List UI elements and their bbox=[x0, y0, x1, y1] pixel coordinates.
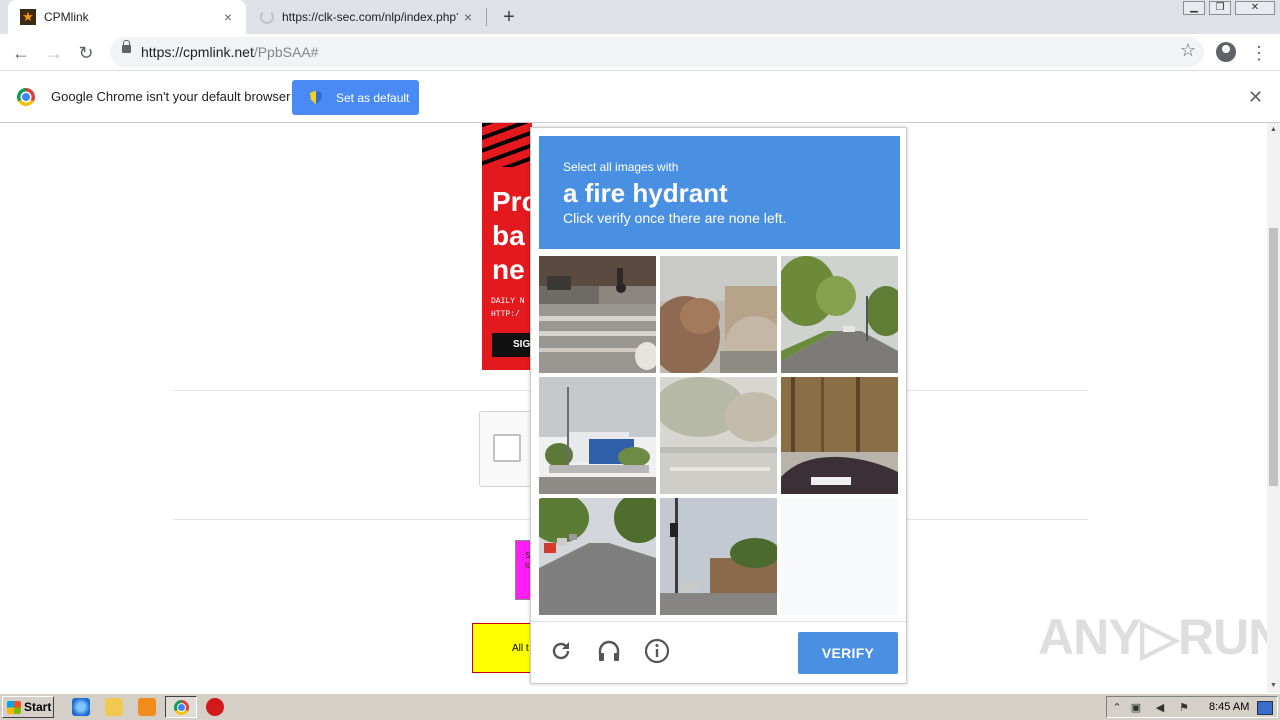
recaptcha-challenge: Select all images with a fire hydrant Cl… bbox=[530, 127, 907, 684]
scrollbar-thumb[interactable] bbox=[1269, 228, 1278, 486]
windows-taskbar: Start ⌃ ▣ ◀ ⚑ 8:45 AM bbox=[0, 693, 1280, 720]
tab-strip: ★ CPMlink × https://clk-sec.com/nlp/inde… bbox=[0, 0, 1280, 34]
image-tile[interactable] bbox=[539, 498, 656, 615]
back-button[interactable]: ← bbox=[8, 40, 34, 66]
lock-icon bbox=[122, 40, 131, 53]
start-button[interactable]: Start bbox=[2, 696, 54, 718]
scroll-up-arrow-icon[interactable]: ▲ bbox=[1267, 123, 1280, 137]
system-tray: ⌃ ▣ ◀ ⚑ 8:45 AM bbox=[1106, 696, 1278, 718]
set-as-default-button[interactable]: Set as default bbox=[292, 80, 419, 115]
anyrun-watermark: ANY▷RUN bbox=[1038, 609, 1267, 665]
image-grid bbox=[539, 256, 900, 617]
chrome-logo-icon bbox=[17, 88, 35, 106]
yellow-button[interactable]: All t bbox=[472, 623, 534, 673]
media-player-icon[interactable] bbox=[138, 698, 156, 716]
default-browser-infobar: Google Chrome isn't your default browser… bbox=[0, 72, 1280, 123]
forward-button[interactable]: → bbox=[41, 40, 67, 66]
image-tile[interactable] bbox=[539, 256, 656, 373]
minimize-button[interactable]: ▁ bbox=[1183, 1, 1205, 15]
show-desktop-icon[interactable] bbox=[1257, 701, 1273, 715]
screen: ★ CPMlink × https://clk-sec.com/nlp/inde… bbox=[0, 0, 1280, 720]
image-tile[interactable] bbox=[660, 498, 777, 615]
audio-challenge-headphones-icon[interactable] bbox=[596, 638, 622, 664]
bookmark-star-icon[interactable]: ☆ bbox=[1180, 40, 1196, 61]
image-tile[interactable] bbox=[660, 256, 777, 373]
menu-dots-icon[interactable]: ⋮ bbox=[1250, 40, 1268, 66]
instruction-target: a fire hydrant bbox=[563, 178, 728, 208]
image-tile[interactable] bbox=[660, 377, 777, 494]
windows-logo-icon bbox=[7, 700, 21, 714]
chrome-icon bbox=[174, 700, 189, 715]
verify-button[interactable]: VERIFY bbox=[798, 632, 898, 674]
image-tile[interactable] bbox=[539, 377, 656, 494]
ad-headline: Pro ba ne bbox=[492, 186, 532, 285]
tab-close-icon[interactable]: × bbox=[460, 9, 476, 25]
infobar-message: Google Chrome isn't your default browser bbox=[51, 89, 291, 104]
infobar-close-icon[interactable]: ✕ bbox=[1248, 87, 1263, 108]
address-bar[interactable]: https://cpmlink.net/PpbSAA# ☆ bbox=[110, 37, 1204, 67]
opera-icon[interactable] bbox=[206, 698, 224, 716]
file-explorer-icon[interactable] bbox=[105, 698, 123, 716]
ad-wave-pattern bbox=[482, 123, 532, 167]
challenge-footer: VERIFY bbox=[531, 621, 906, 683]
action-center-flag-icon[interactable]: ⚑ bbox=[1177, 701, 1191, 715]
ad-signup-button[interactable]: SIG bbox=[492, 333, 532, 357]
ad-banner[interactable]: Pro ba ne DAILY N HTTP:/ SIG bbox=[482, 123, 532, 370]
volume-icon[interactable]: ◀ bbox=[1153, 701, 1167, 715]
restore-button[interactable]: ❐ bbox=[1209, 1, 1231, 15]
url-text: https://cpmlink.net/PpbSAA# bbox=[141, 44, 319, 60]
ad-small-text: DAILY N HTTP:/ bbox=[491, 297, 525, 319]
clock: 8:45 AM bbox=[1209, 701, 1250, 713]
close-window-button[interactable]: ✕ bbox=[1235, 1, 1275, 15]
image-tile[interactable] bbox=[781, 256, 898, 373]
instruction-sub: Click verify once there are none left. bbox=[563, 210, 787, 226]
tab-clk-sec[interactable]: https://clk-sec.com/nlp/index.php?a × bbox=[246, 0, 486, 34]
start-label: Start bbox=[24, 700, 52, 714]
new-tab-button[interactable]: + bbox=[498, 6, 520, 28]
internet-explorer-icon[interactable] bbox=[72, 698, 90, 716]
uac-shield-icon bbox=[310, 90, 322, 105]
reload-button[interactable]: ↻ bbox=[73, 40, 99, 66]
profile-avatar-icon[interactable] bbox=[1216, 42, 1236, 62]
scroll-down-arrow-icon[interactable]: ▼ bbox=[1267, 679, 1280, 693]
tray-expand-icon[interactable]: ⌃ bbox=[1110, 701, 1124, 715]
set-as-default-label: Set as default bbox=[336, 90, 410, 105]
tab-separator bbox=[486, 8, 487, 26]
chrome-taskbar-button[interactable] bbox=[165, 696, 197, 718]
tab-title: https://clk-sec.com/nlp/index.php?a bbox=[282, 10, 458, 24]
reload-challenge-icon[interactable] bbox=[548, 638, 574, 664]
tab-cpmlink[interactable]: ★ CPMlink × bbox=[8, 0, 246, 34]
image-tile-empty[interactable] bbox=[781, 498, 898, 615]
favicon-star-icon: ★ bbox=[20, 9, 36, 25]
tab-title: CPMlink bbox=[44, 10, 89, 24]
instruction-small: Select all images with bbox=[563, 160, 679, 174]
network-icon[interactable]: ▣ bbox=[1129, 701, 1143, 715]
recaptcha-checkbox[interactable] bbox=[493, 434, 521, 462]
challenge-header: Select all images with a fire hydrant Cl… bbox=[539, 136, 900, 249]
vertical-scrollbar[interactable]: ▲ ▼ bbox=[1267, 123, 1280, 693]
loading-spinner-icon bbox=[260, 10, 274, 24]
image-tile[interactable] bbox=[781, 377, 898, 494]
tab-close-icon[interactable]: × bbox=[220, 9, 236, 25]
info-icon[interactable] bbox=[644, 638, 670, 664]
browser-toolbar: ← → ↻ https://cpmlink.net/PpbSAA# ☆ ⋮ bbox=[0, 34, 1280, 71]
